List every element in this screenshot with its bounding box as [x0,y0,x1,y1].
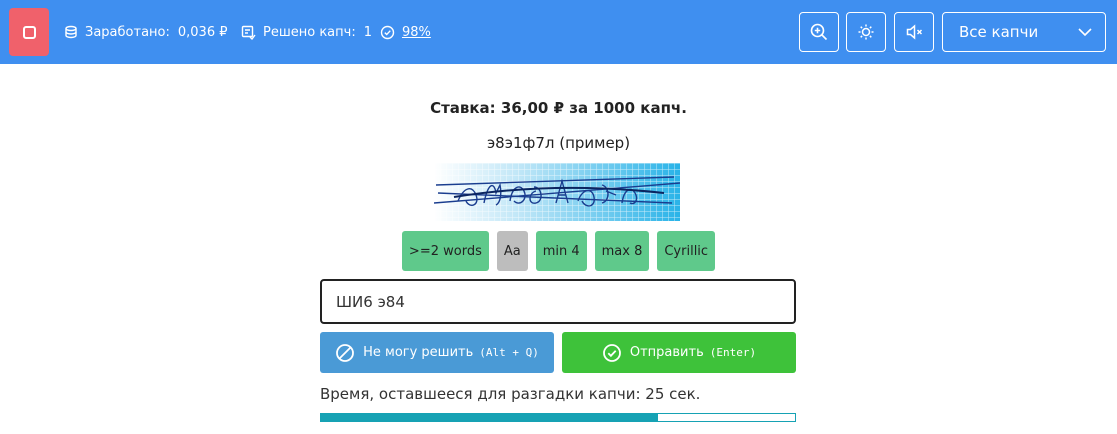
solved-stat: Решено капч: 1 [241,0,372,64]
solved-label: Решено капч: [263,24,356,40]
captcha-requirements: >=2 words Aa min 4 max 8 Cyrillic [0,231,1117,271]
brightness-icon [858,24,874,40]
theme-button[interactable] [846,12,886,52]
solved-captcha-icon [241,25,256,40]
cannot-solve-shortcut: (Alt + Q) [479,346,539,359]
cannot-solve-button[interactable]: Не могу решить (Alt + Q) [320,332,554,373]
tag-case: Aa [496,231,528,271]
submit-shortcut: (Enter) [709,346,757,359]
tag-max-length: max 8 [594,231,650,271]
volume-mute-icon [906,24,923,40]
timer-text: Время, оставшееся для разгадки капчи: 25… [320,385,701,403]
captcha-filter-select[interactable]: Все капчи [942,12,1106,52]
rate-text: Ставка: 36,00 ₽ за 1000 капч. [430,99,687,117]
captcha-filter-value: Все капчи [959,23,1039,41]
tag-words: >=2 words [401,231,489,271]
accuracy-link[interactable]: 98% [402,25,431,40]
check-circle-icon [380,25,395,39]
earned-stat: Заработано: 0,036 ₽ [64,0,228,64]
captcha-image [434,163,680,221]
solved-value: 1 [363,24,372,40]
coins-icon [65,25,77,39]
timer-progress-fill [321,414,658,421]
top-bar: Заработано: 0,036 ₽ Решено капч: 1 98% В… [0,0,1117,64]
earned-label: Заработано: [85,24,170,40]
example-text: э8э1ф7л (пример) [486,134,631,152]
timer-progress-bar [320,413,796,422]
zoom-button[interactable] [799,12,839,52]
stop-button[interactable] [9,8,49,56]
zoom-in-icon [810,23,828,41]
chevron-down-icon [1078,28,1092,37]
submit-button[interactable]: Отправить (Enter) [562,332,796,373]
accuracy-stat[interactable]: 98% [380,0,431,64]
cannot-solve-label: Не могу решить [363,345,474,360]
tag-language: Cyrillic [657,231,716,271]
earned-value: 0,036 ₽ [177,24,228,40]
ban-icon [336,343,355,362]
submit-label: Отправить [629,345,704,360]
tag-min-length: min 4 [535,231,587,271]
mute-button[interactable] [894,12,934,52]
check-circle-icon [602,343,621,362]
answer-input[interactable]: ШИ6 э84 [320,279,796,324]
stop-icon [22,25,36,39]
